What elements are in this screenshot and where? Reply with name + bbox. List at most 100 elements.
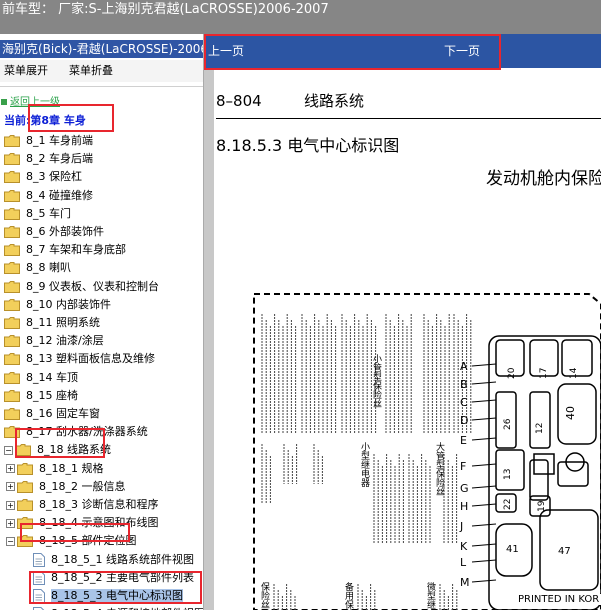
tree-item[interactable]: 8_18_5_2 主要电气部件列表: [22, 569, 194, 587]
folder-icon: [17, 517, 33, 530]
tree-item[interactable]: 8_16 固定车窗: [4, 405, 100, 423]
tree-item[interactable]: 8_14 车顶: [4, 369, 78, 387]
tree-item[interactable]: +8_18_1 规格: [6, 460, 104, 478]
tree-item-label[interactable]: 8_2 车身后端: [26, 152, 93, 165]
tree-item-label[interactable]: 8_18_5 部件定位图: [39, 534, 137, 547]
tree-item-label[interactable]: 8_13 塑料面板信息及维修: [26, 352, 155, 365]
tree-item-label[interactable]: 8_17 刮水器/洗涤器系统: [26, 425, 148, 438]
tree-item-label[interactable]: 8_12 油漆/涂层: [26, 334, 104, 347]
tree-item-label[interactable]: 8_10 内部装饰件: [26, 298, 111, 311]
folder-icon: [4, 171, 20, 184]
prev-page-button[interactable]: 上一页: [208, 34, 244, 68]
tree-item[interactable]: 8_12 油漆/涂层: [4, 332, 104, 350]
tree-item[interactable]: 8_18_5_4 电源和接地部件视图: [22, 605, 203, 610]
tree-item[interactable]: 8_18_5_1 线路系统部件视图: [22, 551, 194, 569]
tree-item-label[interactable]: 8_8 喇叭: [26, 261, 71, 274]
tree-item-label[interactable]: 8_14 车顶: [26, 371, 78, 384]
page-subject: 线路系统: [304, 92, 365, 110]
tree-item[interactable]: 8_13 塑料面板信息及维修: [4, 350, 155, 368]
diagram-title: 发动机舱内保险丝: [486, 169, 601, 189]
page-header: 8–804 线路系统: [216, 90, 364, 111]
collapse-toggle-icon[interactable]: −: [4, 445, 13, 455]
tree-item[interactable]: +8_18_2 一般信息: [6, 478, 126, 496]
tree-item-label[interactable]: 8_18_3 诊断信息和程序: [39, 498, 159, 511]
folder-icon: [4, 189, 20, 202]
tree-item-label[interactable]: 8_4 碰撞维修: [26, 189, 93, 202]
tree-toolbar: 菜单展开 菜单折叠: [0, 60, 203, 82]
tree-item-label[interactable]: 8_9 仪表板、仪表和控制台: [26, 280, 159, 293]
fuse-number: 47: [558, 546, 571, 557]
tree-item[interactable]: 8_6 外部装饰件: [4, 223, 104, 241]
folder-icon: [4, 207, 20, 220]
next-page-button[interactable]: 下一页: [444, 34, 480, 68]
tree-item-label[interactable]: 8_5 车门: [26, 207, 71, 220]
header-spare-fuse: 备用保险丝: [343, 581, 354, 610]
fuse-slot: [529, 459, 549, 501]
tree-item[interactable]: 8_9 仪表板、仪表和控制台: [4, 278, 159, 296]
folder-icon: [4, 226, 20, 238]
expand-toggle-icon[interactable]: +: [6, 518, 15, 528]
tree-item[interactable]: 8_4 碰撞维修: [4, 187, 93, 205]
tree-item-label[interactable]: 8_18 线路系统: [37, 443, 111, 456]
document-icon: [33, 589, 45, 603]
tree-item-label[interactable]: 8_18_5_1 线路系统部件视图: [51, 553, 194, 566]
folder-icon: [17, 462, 33, 475]
collapse-toggle-icon[interactable]: −: [6, 536, 15, 546]
tree-item[interactable]: 8_3 保险杠: [4, 168, 82, 186]
tree-item[interactable]: − 8_18_5 部件定位图: [6, 532, 137, 550]
expand-toggle-icon[interactable]: +: [6, 464, 15, 474]
tree-item-label[interactable]: 8_11 照明系统: [26, 316, 100, 329]
tree-item-label[interactable]: 8_7 车架和车身底部: [26, 243, 126, 256]
folder-icon: [4, 298, 20, 311]
row-letter: C: [460, 396, 468, 409]
tree-item[interactable]: +8_18_4 示意图和布线图: [6, 514, 159, 532]
leader-line: [471, 399, 497, 403]
back-link[interactable]: 返回上一级: [0, 96, 60, 110]
leader-line: [471, 417, 497, 421]
tree-item[interactable]: 8_11 照明系统: [4, 314, 100, 332]
tree-item-label[interactable]: 8_18_4 示意图和布线图: [39, 516, 159, 529]
leader-line: [471, 523, 497, 527]
back-link-label[interactable]: 返回上一级: [10, 97, 60, 108]
row-letter: D: [460, 414, 468, 427]
row-letter: L: [460, 556, 467, 569]
tree-item-label[interactable]: 8_15 座椅: [26, 389, 78, 402]
row-letter: J: [459, 520, 463, 533]
tree-item-label[interactable]: 8_18_2 一般信息: [39, 480, 126, 493]
expand-toggle-icon[interactable]: +: [6, 482, 15, 492]
tree-item-label[interactable]: 8_16 固定车窗: [26, 407, 100, 420]
tree-item[interactable]: 8_7 车架和车身底部: [4, 241, 126, 259]
fuse-number: 19: [537, 500, 547, 512]
tree-item-label[interactable]: 8_18_5_3 电气中心标识图: [51, 589, 183, 602]
tree-item-label[interactable]: 8_1 车身前端: [26, 134, 93, 147]
tree-item-label[interactable]: 8_18_1 规格: [39, 462, 104, 475]
row-letter: E: [460, 434, 467, 447]
tree-item[interactable]: 8_17 刮水器/洗涤器系统: [4, 423, 148, 441]
expand-toggle-icon[interactable]: +: [6, 500, 15, 510]
page-nav-bar: 上一页 下一页: [204, 34, 601, 68]
fuse-number: 22: [503, 499, 513, 510]
fuse-number: 41: [506, 544, 519, 555]
tree-item[interactable]: − 8_18 线路系统: [4, 441, 111, 459]
row-letter: B: [460, 378, 468, 391]
tree-item[interactable]: 8_18_5_3 电气中心标识图: [22, 587, 183, 605]
tree-item[interactable]: 8_15 座椅: [4, 387, 78, 405]
row-letter: A: [460, 360, 468, 373]
tree-item-label[interactable]: 8_18_5_2 主要电气部件列表: [51, 571, 194, 584]
tree-item[interactable]: 8_8 喇叭: [4, 259, 71, 277]
tree-item[interactable]: 8_2 车身后端: [4, 150, 93, 168]
fuse-number: 40: [564, 406, 577, 420]
tree-item-label[interactable]: 8_6 外部装饰件: [26, 225, 104, 238]
tree-item[interactable]: 8_10 内部装饰件: [4, 296, 111, 314]
section-title: 8.18.5.3 电气中心标识图: [216, 136, 400, 155]
fuse-number: 20: [507, 367, 517, 379]
tree-item[interactable]: 8_5 车门: [4, 205, 71, 223]
row-letters: ABCDEFGHJKLM: [459, 360, 497, 589]
tree-item[interactable]: 8_1 车身前端: [4, 132, 93, 150]
row-letter: K: [460, 540, 468, 553]
expand-menu-button[interactable]: 菜单展开: [4, 64, 48, 77]
folder-icon: [4, 244, 20, 257]
tree-item-label[interactable]: 8_3 保险杠: [26, 170, 82, 183]
tree-item[interactable]: +8_18_3 诊断信息和程序: [6, 496, 159, 514]
collapse-menu-button[interactable]: 菜单折叠: [69, 64, 113, 77]
